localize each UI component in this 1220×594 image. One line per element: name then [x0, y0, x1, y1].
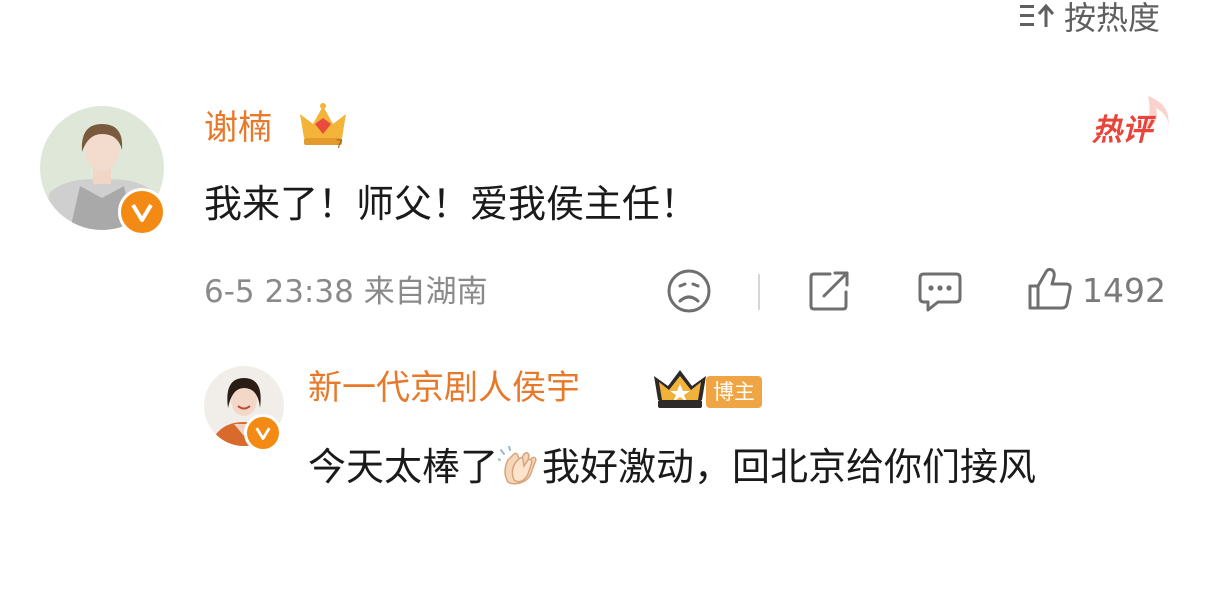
sad-face-icon[interactable]	[666, 268, 712, 314]
svg-text:7: 7	[336, 137, 343, 150]
like-count: 1492	[1082, 271, 1166, 310]
clapping-hands-icon	[497, 442, 542, 485]
comment-text: 我来了！师父！爱我侯主任！	[204, 182, 699, 226]
comment-meta: 6-5 23:38 来自湖南	[204, 270, 488, 314]
sort-label: 按热度	[1064, 0, 1161, 37]
verified-v-icon	[255, 427, 271, 440]
sort-icon	[1018, 1, 1058, 35]
crown-level-icon	[652, 366, 708, 412]
reply-text-part1: 今天太棒了	[308, 445, 499, 489]
reply-author[interactable]: 新一代京剧人侯宇	[308, 368, 580, 408]
reply-text-part2: 我好激动，回北京给你们接风	[542, 445, 1037, 489]
sort-by-hot-button[interactable]: 按热度	[1018, 0, 1160, 36]
thumbs-up-icon	[1026, 266, 1074, 316]
hot-comment-tag: 热评	[1086, 90, 1176, 154]
crown-level-icon: 7	[298, 102, 348, 151]
reply-text: 今天太棒了 我好激动，回北京给你们接风	[308, 436, 1188, 498]
blogger-badge: 博主	[706, 376, 762, 408]
reply-verified-badge	[244, 414, 282, 452]
verified-badge	[118, 188, 166, 236]
comment-icon[interactable]	[916, 268, 964, 314]
comment-location: 来自湖南	[363, 274, 488, 310]
share-icon[interactable]	[806, 268, 852, 314]
verified-v-icon	[131, 203, 153, 222]
like-button[interactable]: 1492	[1026, 266, 1166, 316]
comment-author[interactable]: 谢楠	[204, 108, 272, 148]
hot-comment-label: 热评	[1091, 113, 1157, 148]
action-divider	[758, 274, 760, 310]
comment-timestamp: 6-5 23:38	[204, 274, 354, 310]
